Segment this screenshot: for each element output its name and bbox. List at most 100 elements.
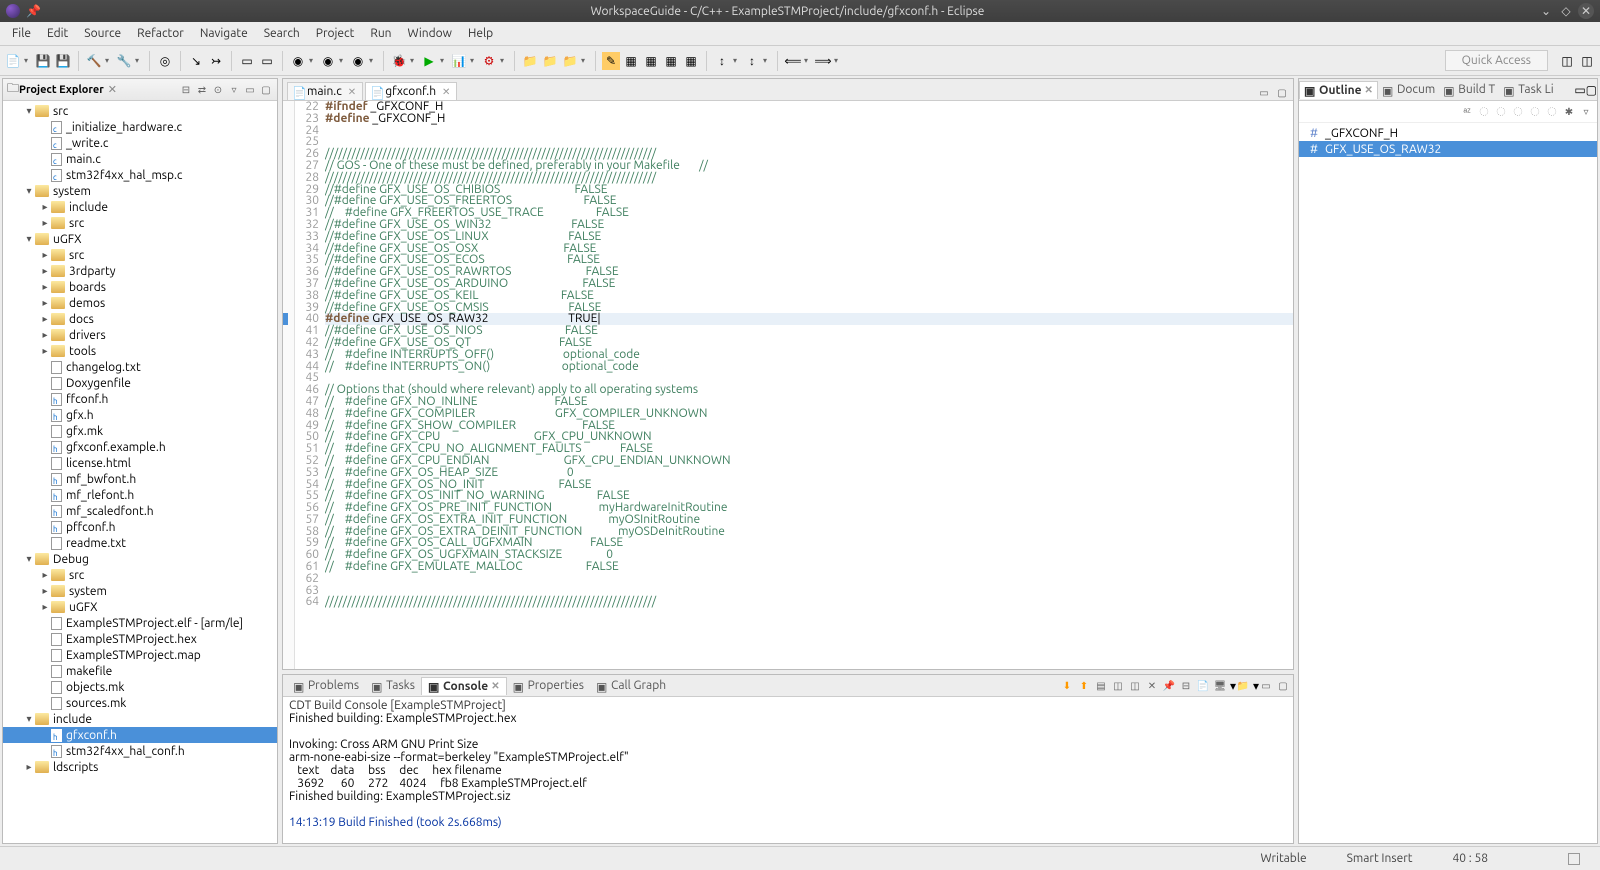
console-max-icon[interactable]: ▢ <box>1276 679 1290 693</box>
bottom-tab-problems[interactable]: ▣Problems <box>287 677 365 694</box>
menu-search[interactable]: Search <box>256 25 308 42</box>
close-icon[interactable]: ✕ <box>1578 3 1594 19</box>
editor-min-icon[interactable]: ▭ <box>1257 86 1271 100</box>
tree-item[interactable]: ▾include <box>3 711 277 727</box>
menu-file[interactable]: File <box>4 25 39 42</box>
console-wrap-icon[interactable]: ▤ <box>1094 679 1108 693</box>
tree-item[interactable]: ▾Debug <box>3 551 277 567</box>
tree-item[interactable]: ▸include <box>3 199 277 215</box>
console-body[interactable]: CDT Build Console [ExampleSTMProject] Fi… <box>283 697 1293 843</box>
editor-max-icon[interactable]: ▢ <box>1275 86 1289 100</box>
outline-item[interactable]: #_GFXCONF_H <box>1299 125 1597 141</box>
hide2-icon[interactable]: ◌ <box>1494 105 1508 119</box>
tree-item[interactable]: mf_bwfont.h <box>3 471 277 487</box>
console-c1-icon[interactable]: ◫ <box>1111 679 1125 693</box>
console-new-icon[interactable]: 📄 <box>1196 679 1210 693</box>
nav1-icon[interactable]: ↕ <box>713 52 731 70</box>
toggle2-icon[interactable]: ▭ <box>258 52 276 70</box>
b3-icon[interactable]: ▦ <box>662 52 680 70</box>
tree-item[interactable]: ▸tools <box>3 343 277 359</box>
tree-item[interactable]: ▸docs <box>3 311 277 327</box>
target-icon[interactable]: ◎ <box>156 52 174 70</box>
tree-item[interactable]: pffconf.h <box>3 519 277 535</box>
link-icon[interactable]: ⇄ <box>195 83 209 97</box>
outline-tab[interactable]: ▣Build T <box>1439 81 1499 98</box>
tree-item[interactable]: license.html <box>3 455 277 471</box>
tree-item[interactable]: ▸ldscripts <box>3 759 277 775</box>
quick-access-button[interactable]: Quick Access <box>1445 50 1548 71</box>
menu-help[interactable]: Help <box>460 25 501 42</box>
run-icon[interactable]: ▶ <box>420 52 438 70</box>
tree-item[interactable]: ffconf.h <box>3 391 277 407</box>
tree-item[interactable]: gfx.mk <box>3 423 277 439</box>
outline-min-icon[interactable]: ▭ <box>1574 83 1585 97</box>
tree-item[interactable]: mf_scaledfont.h <box>3 503 277 519</box>
pin-icon[interactable]: 📌 <box>26 4 41 18</box>
b2-icon[interactable]: ▦ <box>642 52 660 70</box>
tree-item[interactable]: ▾system <box>3 183 277 199</box>
opentype-icon[interactable]: 📁 <box>541 52 559 70</box>
tree-item[interactable]: gfxconf.example.h <box>3 439 277 455</box>
tree-item[interactable]: gfx.h <box>3 407 277 423</box>
maximize-view-icon[interactable]: ▢ <box>259 83 273 97</box>
persp2-icon[interactable]: ◫ <box>1578 52 1596 70</box>
tree-item[interactable]: ▸src <box>3 567 277 583</box>
sort-icon[interactable]: ᵃᶻ <box>1460 105 1474 119</box>
tree-item[interactable]: ▸boards <box>3 279 277 295</box>
outline-tab[interactable]: ▣Task Li <box>1499 81 1557 98</box>
filter-icon[interactable]: ✱ <box>1562 105 1576 119</box>
openres-icon[interactable]: 📁 <box>561 52 579 70</box>
focus-icon[interactable]: ⊙ <box>211 83 225 97</box>
maximize-icon[interactable]: ◇ <box>1558 3 1574 19</box>
tree-item[interactable]: ▸src <box>3 215 277 231</box>
outline-tab[interactable]: ▣Docum <box>1378 81 1439 98</box>
tree-item[interactable]: stm32f4xx_hal_conf.h <box>3 743 277 759</box>
console-c2-icon[interactable]: ◫ <box>1128 679 1142 693</box>
outline-tab[interactable]: ▣Outline✕ <box>1299 81 1378 99</box>
code-editor[interactable]: 2223242526272829303132333435363738394041… <box>283 101 1293 669</box>
bottom-tab-call-graph[interactable]: ▣Call Graph <box>590 677 672 694</box>
tree-item[interactable]: ExampleSTMProject.hex <box>3 631 277 647</box>
console-pin-icon[interactable]: 📌 <box>1162 679 1176 693</box>
tree-item[interactable]: ▸3rdparty <box>3 263 277 279</box>
toggle1-icon[interactable]: ▭ <box>238 52 256 70</box>
tree-item[interactable]: ExampleSTMProject.elf - [arm/le] <box>3 615 277 631</box>
tree-item[interactable]: _initialize_hardware.c <box>3 119 277 135</box>
tree-item[interactable]: ExampleSTMProject.map <box>3 647 277 663</box>
outline-item[interactable]: #GFX_USE_OS_RAW32 <box>1299 141 1597 157</box>
console-scroll-icon[interactable]: ⊟ <box>1179 679 1193 693</box>
outline-max-icon[interactable]: ▢ <box>1586 83 1597 97</box>
close-view-icon[interactable]: ✕ <box>108 83 117 96</box>
tree-item[interactable]: ▸demos <box>3 295 277 311</box>
step-icon[interactable]: ↘ <box>187 52 205 70</box>
bottom-tab-tasks[interactable]: ▣Tasks <box>365 677 421 694</box>
wrench-icon[interactable]: 🔧 <box>115 52 133 70</box>
menu-navigate[interactable]: Navigate <box>192 25 256 42</box>
mark-icon[interactable]: ✎ <box>602 52 620 70</box>
project-tree[interactable]: ▾src_initialize_hardware.c_write.cmain.c… <box>3 101 277 843</box>
nav2-icon[interactable]: ↕ <box>743 52 761 70</box>
console-open-icon[interactable]: 📁 <box>1236 679 1250 693</box>
tree-item[interactable]: sources.mk <box>3 695 277 711</box>
new-icon[interactable]: 📄 <box>4 52 22 70</box>
back-icon[interactable]: ⟸ <box>784 52 802 70</box>
console-disp-icon[interactable]: 🖥 <box>1213 679 1227 693</box>
tree-item[interactable]: ▸src <box>3 247 277 263</box>
newfolder-icon[interactable]: ◉ <box>319 52 337 70</box>
editor-tab[interactable]: 📄main.c✕ <box>287 82 363 100</box>
tree-item[interactable]: ▾uGFX <box>3 231 277 247</box>
menu-edit[interactable]: Edit <box>39 25 76 42</box>
outline-items[interactable]: #_GFXCONF_H#GFX_USE_OS_RAW32 <box>1299 123 1597 843</box>
tree-item[interactable]: ▾src <box>3 103 277 119</box>
console-clear-icon[interactable]: ✕ <box>1145 679 1159 693</box>
tree-item[interactable]: main.c <box>3 151 277 167</box>
debug-icon[interactable]: 🐞 <box>390 52 408 70</box>
tree-item[interactable]: gfxconf.h <box>3 727 277 743</box>
minimize-icon[interactable]: ⌄ <box>1538 3 1554 19</box>
newfile-icon[interactable]: ◉ <box>349 52 367 70</box>
console-down-icon[interactable]: ⬇ <box>1060 679 1074 693</box>
save-icon[interactable]: 💾 <box>34 52 52 70</box>
newclass-icon[interactable]: ◉ <box>289 52 307 70</box>
editor-tab[interactable]: 📄gfxconf.h✕ <box>365 82 457 100</box>
console-min-icon[interactable]: ▭ <box>1259 679 1273 693</box>
